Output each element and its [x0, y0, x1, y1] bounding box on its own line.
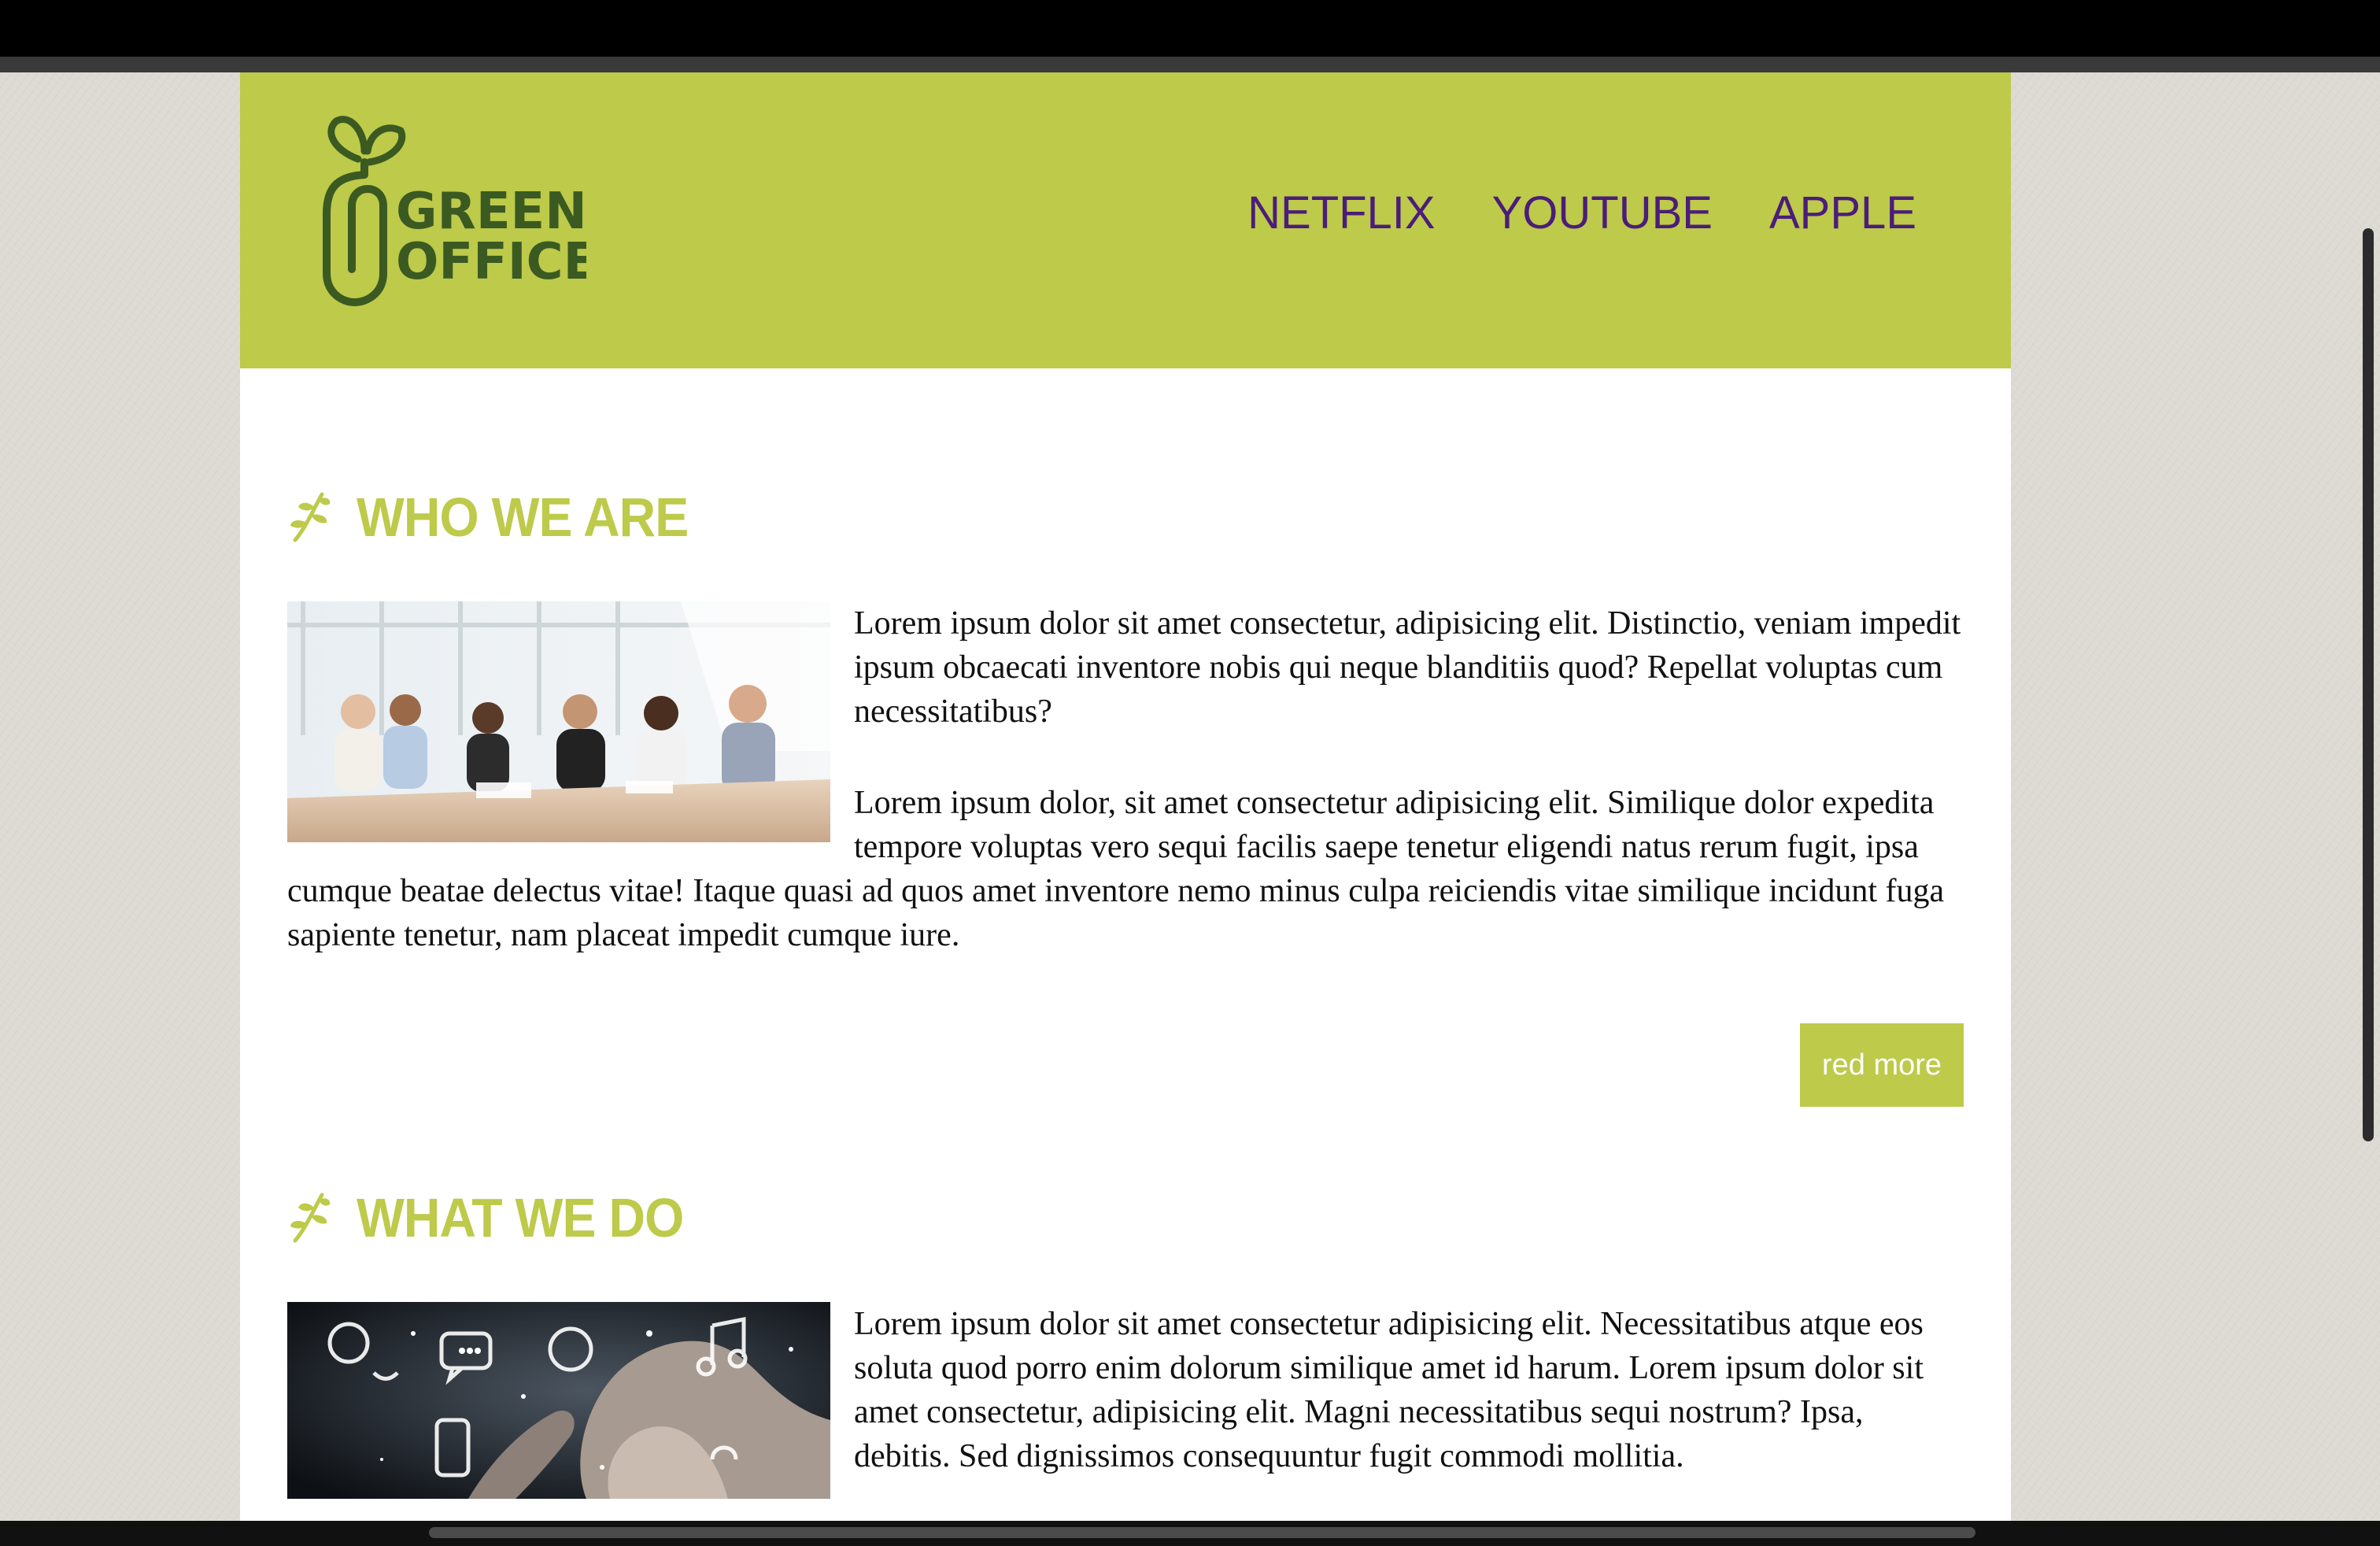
section-heading: WHO WE ARE — [357, 486, 689, 548]
horizontal-scrollbar[interactable] — [429, 1527, 1975, 1538]
section-title-what-we-do: WHAT WE DO — [287, 1190, 711, 1245]
section-content-what-we-do: Lorem ipsum dolor sit amet consectetur a… — [287, 1302, 1964, 1507]
nav-link-netflix[interactable]: NETFLIX — [1247, 190, 1436, 236]
section-heading: WHAT WE DO — [357, 1187, 684, 1248]
page-container: GREEN OFFICE NETFLIX YOUTUBE APPLE WHO W… — [240, 72, 2011, 1521]
logo-line2: OFFICE — [396, 233, 586, 291]
green-office-logo[interactable]: GREEN OFFICE — [319, 104, 586, 309]
browser-top-edge — [0, 57, 2380, 72]
leaf-icon — [290, 492, 331, 542]
nav-link-youtube[interactable]: YOUTUBE — [1492, 190, 1713, 236]
leaf-icon — [290, 1193, 331, 1243]
touchscreen-tech-photo — [287, 1302, 830, 1499]
section-title-who-we-are: WHO WE ARE — [287, 490, 717, 545]
site-header: GREEN OFFICE NETFLIX YOUTUBE APPLE — [240, 72, 2011, 368]
page-viewport: GREEN OFFICE NETFLIX YOUTUBE APPLE WHO W… — [0, 72, 2380, 1521]
section-content-who-we-are: Lorem ipsum dolor sit amet consectetur, … — [287, 601, 1964, 957]
business-team-photo — [287, 601, 830, 842]
read-more-button[interactable]: red more — [1800, 1023, 1964, 1107]
vertical-scrollbar[interactable] — [2363, 228, 2374, 1141]
logo-line1: GREEN — [396, 183, 586, 241]
nav-link-apple[interactable]: APPLE — [1769, 190, 1916, 236]
main-nav: NETFLIX YOUTUBE APPLE — [1247, 190, 1916, 236]
paperclip-sprout-icon: GREEN OFFICE — [323, 116, 586, 306]
browser-top-bar — [0, 0, 2380, 61]
